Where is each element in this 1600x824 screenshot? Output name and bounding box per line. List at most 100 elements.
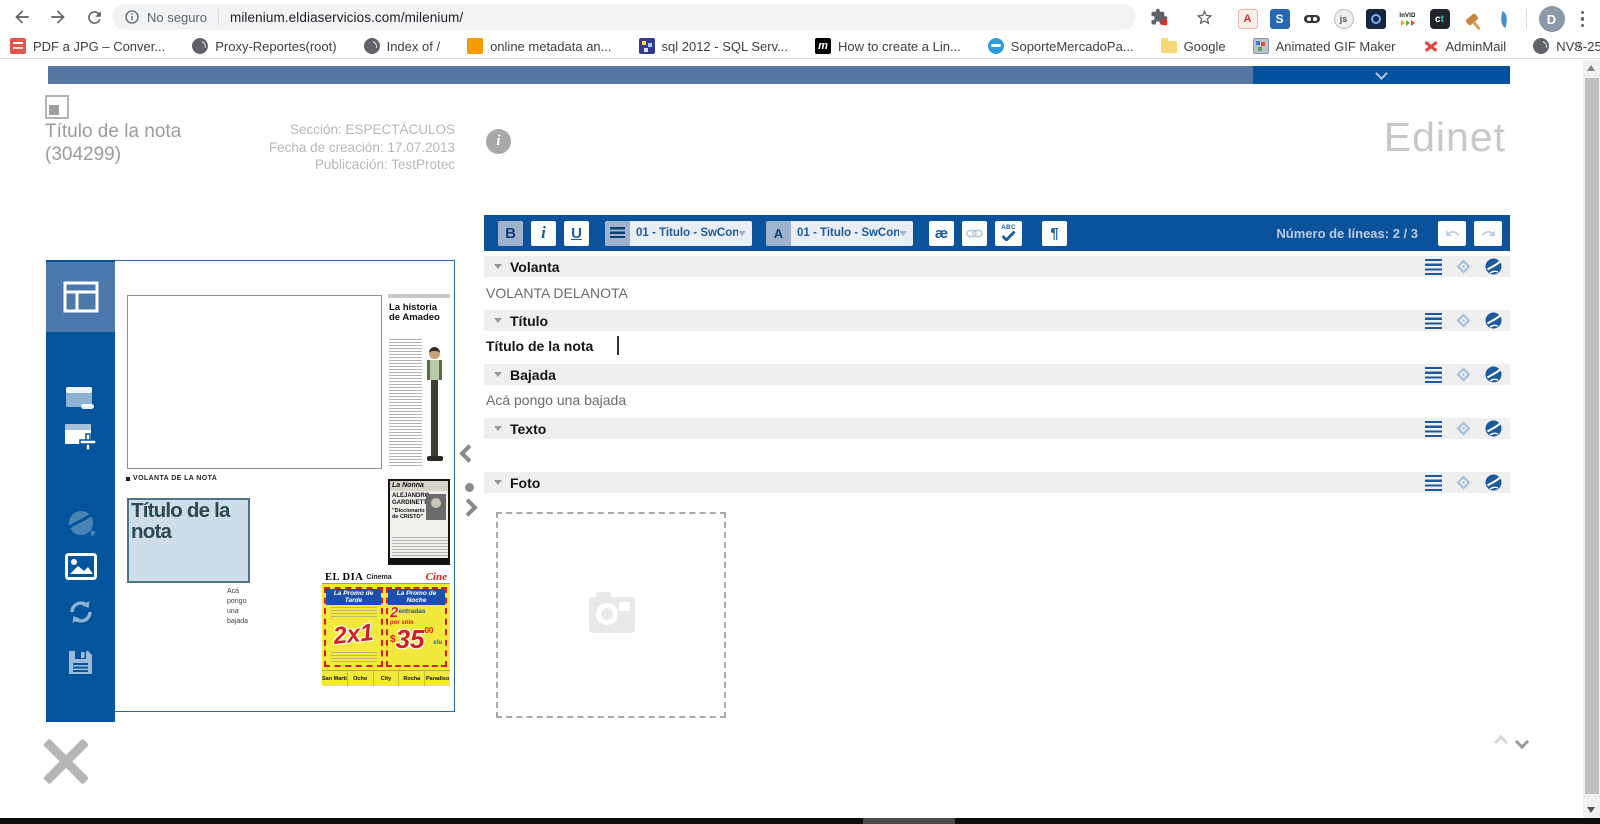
collapse-triangle-icon[interactable] (494, 318, 502, 323)
section-row-texto[interactable]: Texto (484, 418, 1510, 439)
bookmark-item[interactable]: sql 2012 - SQL Serv... (639, 38, 788, 54)
preview-title-box[interactable]: Título de la nota (127, 498, 250, 583)
scrollbar-thumb[interactable] (1585, 78, 1599, 794)
page-preview-panel[interactable]: VOLANTA DE LA NOTA Título de la nota Acá… (115, 260, 455, 712)
pilcrow-button[interactable]: ¶ (1042, 221, 1067, 246)
url-text[interactable]: milenium.eldiaservicios.com/milenium/ (230, 10, 463, 25)
row-menu-icon[interactable] (1425, 421, 1442, 437)
section-row-foto[interactable]: Foto (484, 472, 1510, 493)
target-extension-icon[interactable] (1366, 9, 1386, 29)
bookmark-item[interactable]: online metadata an... (467, 38, 611, 54)
extension-puzzle-icon[interactable] (1147, 5, 1171, 29)
preview-page-dot[interactable] (465, 483, 474, 492)
volanta-content[interactable]: VOLANTA DELANOTA (486, 285, 628, 301)
publish-web-button[interactable] (46, 503, 115, 543)
back-icon[interactable] (10, 5, 34, 29)
acrobat-extension-icon[interactable]: A (1238, 9, 1258, 29)
italic-button[interactable]: i (531, 221, 556, 246)
collapse-triangle-icon[interactable] (494, 264, 502, 269)
hammer-extension-icon[interactable] (1462, 9, 1482, 29)
page-info-icon[interactable] (124, 9, 140, 25)
redo-icon (1480, 226, 1497, 241)
scroll-down-icon[interactable] (1587, 807, 1595, 813)
layout-view-button[interactable] (46, 262, 115, 332)
section-row-bajada[interactable]: Bajada (484, 364, 1510, 385)
collapse-panel-button[interactable] (1253, 66, 1510, 84)
chrome-menu-icon[interactable] (1577, 11, 1589, 28)
remove-window-button[interactable] (46, 383, 115, 415)
layers-icon[interactable] (1455, 258, 1472, 275)
bajada-content[interactable]: Acá pongo una bajada (486, 392, 626, 408)
underline-button[interactable]: U (564, 221, 589, 246)
bookmarks-overflow-chevron[interactable]: » (1574, 37, 1582, 54)
pager-up-icon[interactable] (1494, 735, 1508, 749)
pager-down-icon[interactable] (1515, 735, 1529, 749)
bookmark-item[interactable]: PDF a JPG – Conver... (10, 38, 165, 54)
layers-icon[interactable] (1455, 474, 1472, 491)
bookmark-item[interactable]: mHow to create a Lin... (815, 38, 961, 54)
paragraph-style-select[interactable]: 01 - Titulo - SwCond... (605, 221, 752, 246)
preview-prev-icon[interactable] (459, 444, 477, 462)
collapse-triangle-icon[interactable] (494, 480, 502, 485)
row-menu-icon[interactable] (1425, 475, 1442, 491)
add-window-button[interactable] (46, 420, 115, 456)
bold-button[interactable]: B (498, 221, 523, 246)
scroll-up-icon[interactable] (1587, 65, 1595, 71)
page-scrollbar[interactable] (1583, 60, 1600, 818)
bookmark-item[interactable]: AdminMail (1423, 38, 1507, 54)
row-menu-icon[interactable] (1425, 367, 1442, 383)
section-row-volanta[interactable]: Volanta (484, 256, 1510, 277)
globe-icon[interactable] (1485, 420, 1502, 437)
layers-icon[interactable] (1455, 366, 1472, 383)
bookmark-item[interactable]: SoporteMercadoPa... (988, 38, 1134, 54)
collapse-triangle-icon[interactable] (494, 372, 502, 377)
close-button[interactable] (38, 736, 94, 786)
preview-volanta-caption: VOLANTA DE LA NOTA (126, 475, 217, 482)
bookmark-item[interactable]: Proxy-Reportes(root) (192, 38, 336, 54)
layers-icon[interactable] (1455, 312, 1472, 329)
save-button[interactable] (46, 645, 115, 679)
row-menu-icon[interactable] (1425, 259, 1442, 275)
js-extension-icon[interactable]: js (1334, 9, 1354, 29)
undo-button[interactable] (1438, 221, 1466, 246)
mask-extension-icon[interactable] (1302, 9, 1322, 29)
spellcheck-button[interactable]: ABC (995, 221, 1022, 246)
bookmark-item[interactable]: NVS-25 (1533, 38, 1600, 54)
reload-icon[interactable] (82, 5, 106, 29)
invid-extension-icon[interactable]: InVID (1398, 9, 1418, 29)
link-button[interactable] (962, 221, 987, 246)
address-bar[interactable]: No seguro milenium.eldiaservicios.com/mi… (112, 4, 1136, 30)
character-style-select[interactable]: A 01 - Titulo - SwCond... (766, 221, 913, 246)
preview-photo-frame (127, 295, 382, 469)
forward-icon[interactable] (46, 5, 70, 29)
note-section: Sección: ESPECTÁCULOS (200, 121, 455, 139)
caret-down-icon (738, 231, 746, 236)
refresh-button[interactable] (46, 594, 115, 630)
bookmark-item[interactable]: Google (1161, 39, 1226, 54)
bookmarks-bar: PDF a JPG – Conver... Proxy-Reportes(roo… (0, 33, 1600, 59)
globe-icon[interactable] (1485, 312, 1502, 329)
s-extension-icon[interactable]: S (1270, 9, 1290, 29)
feather-extension-icon[interactable] (1494, 9, 1514, 29)
paragraph-style-icon (605, 221, 630, 246)
titulo-content[interactable]: Título de la nota (486, 338, 593, 354)
globe-icon[interactable] (1485, 258, 1502, 275)
profile-avatar[interactable]: D (1539, 6, 1565, 32)
bookmark-item[interactable]: Animated GIF Maker (1253, 38, 1396, 54)
globe-favicon (364, 38, 380, 54)
ct-extension-icon[interactable]: ct (1430, 9, 1450, 29)
redo-button[interactable] (1474, 221, 1502, 246)
globe-icon[interactable] (1485, 366, 1502, 383)
info-icon[interactable]: i (486, 129, 511, 154)
special-character-button[interactable]: æ (929, 221, 954, 246)
bookmark-item[interactable]: Index of / (364, 38, 440, 54)
preview-next-icon[interactable] (459, 498, 477, 516)
layers-icon[interactable] (1455, 420, 1472, 437)
row-menu-icon[interactable] (1425, 313, 1442, 329)
collapse-triangle-icon[interactable] (494, 426, 502, 431)
promo-2x1: 2x1 (325, 620, 382, 650)
images-button[interactable] (46, 548, 115, 584)
section-row-titulo[interactable]: Título (484, 310, 1510, 331)
globe-icon[interactable] (1485, 474, 1502, 491)
bookmark-star-icon[interactable] (1192, 5, 1216, 29)
